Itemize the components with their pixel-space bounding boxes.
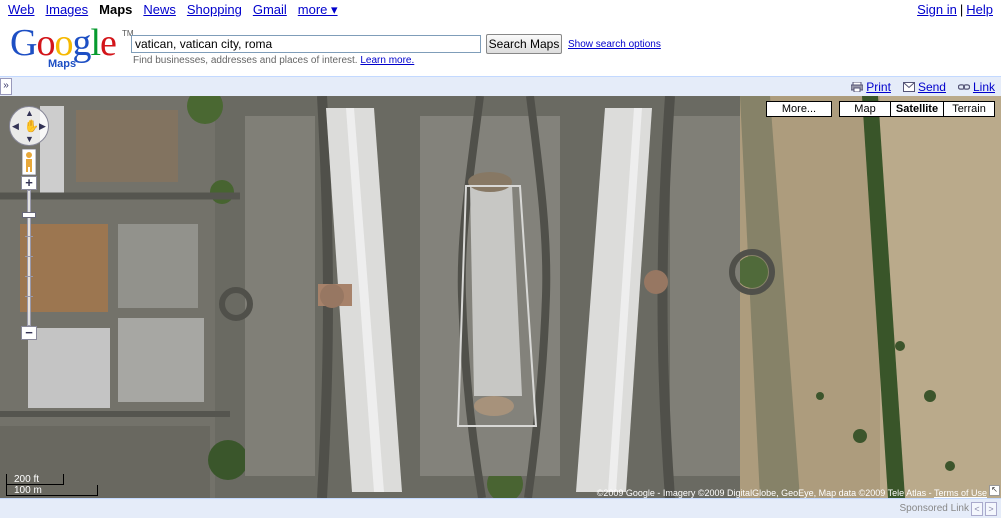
top-nav: Web Images Maps News Shopping Gmail more… bbox=[0, 0, 1001, 19]
printer-icon bbox=[851, 81, 864, 92]
separator: | bbox=[959, 2, 964, 17]
zoom-tick bbox=[25, 236, 33, 237]
search-hint: Find businesses, addresses and places of… bbox=[133, 55, 414, 66]
nav-web[interactable]: Web bbox=[8, 2, 35, 17]
sign-in-link[interactable]: Sign in bbox=[917, 2, 957, 17]
chain-link-icon bbox=[957, 83, 970, 90]
account-links: Sign in | Help bbox=[917, 2, 993, 17]
nav-news[interactable]: News bbox=[143, 2, 176, 17]
sponsored-bar: Sponsored Link < > bbox=[0, 498, 1001, 518]
sponsored-prev-button[interactable]: < bbox=[971, 501, 983, 516]
google-maps-logo[interactable]: Google TM Maps bbox=[10, 22, 134, 71]
map-type-terrain-button[interactable]: Terrain bbox=[943, 101, 995, 117]
pan-right-icon[interactable]: ▶ bbox=[39, 122, 46, 131]
logo-letter: l bbox=[90, 22, 101, 64]
nav-more[interactable]: more ▾ bbox=[298, 2, 338, 18]
map-type-map-button[interactable]: Map bbox=[839, 101, 891, 117]
zoom-out-button[interactable]: − bbox=[21, 326, 37, 340]
search-hint-text: Find businesses, addresses and places of… bbox=[133, 55, 358, 66]
search-input[interactable] bbox=[131, 35, 481, 53]
pegman-icon[interactable] bbox=[22, 149, 36, 175]
hand-icon: ✋ bbox=[24, 119, 39, 133]
print-tool[interactable]: Print bbox=[851, 80, 891, 94]
zoom-slider[interactable]: + − bbox=[21, 176, 37, 340]
satellite-imagery bbox=[0, 96, 1001, 498]
help-link[interactable]: Help bbox=[966, 2, 993, 17]
zoom-slider-handle[interactable] bbox=[22, 212, 36, 218]
scale-top-bar bbox=[6, 484, 64, 485]
print-link[interactable]: Print bbox=[866, 80, 891, 94]
map-type-satellite-button[interactable]: Satellite bbox=[890, 101, 944, 117]
collapse-panel-button[interactable]: » bbox=[0, 78, 12, 95]
map-toolbar: » Print Send Link bbox=[0, 76, 1001, 96]
zoom-in-button[interactable]: + bbox=[21, 176, 37, 190]
zoom-track[interactable] bbox=[27, 190, 31, 326]
zoom-tick bbox=[25, 256, 33, 257]
show-search-options-link[interactable]: Show search options bbox=[568, 39, 661, 50]
nav-gmail[interactable]: Gmail bbox=[253, 2, 287, 17]
logo-letter: e bbox=[100, 22, 117, 64]
scale-left-tick bbox=[6, 474, 7, 496]
learn-more-link[interactable]: Learn more. bbox=[360, 55, 414, 66]
copyright-text: ©2009 Google - Imagery ©2009 DigitalGlob… bbox=[596, 488, 932, 498]
send-tool[interactable]: Send bbox=[902, 80, 946, 94]
pan-down-icon[interactable]: ▼ bbox=[25, 135, 34, 144]
zoom-tick bbox=[25, 276, 33, 277]
search-maps-button[interactable]: Search Maps bbox=[486, 34, 562, 54]
send-link[interactable]: Send bbox=[918, 80, 946, 94]
terms-of-use-link[interactable]: Terms of Use bbox=[934, 488, 987, 498]
pan-control[interactable]: ▲ ▼ ◀ ▶ ✋ bbox=[9, 106, 49, 146]
search-header: Google TM Maps Search Maps Show search o… bbox=[0, 19, 1001, 76]
nav-maps: Maps bbox=[99, 2, 133, 17]
logo-letter: G bbox=[10, 22, 37, 64]
sponsored-link-label: Sponsored Link bbox=[899, 503, 970, 514]
nav-shopping[interactable]: Shopping bbox=[187, 2, 242, 17]
more-map-types-button[interactable]: More... bbox=[766, 101, 832, 117]
envelope-icon bbox=[902, 81, 915, 92]
overview-map-toggle-icon[interactable]: ↖ bbox=[989, 485, 1000, 496]
zoom-tick bbox=[25, 296, 33, 297]
link-link[interactable]: Link bbox=[973, 80, 995, 94]
logo-maps-label: Maps bbox=[48, 58, 77, 70]
nav-images[interactable]: Images bbox=[46, 2, 89, 17]
pan-left-icon[interactable]: ◀ bbox=[12, 122, 19, 131]
map-canvas[interactable]: ▲ ▼ ◀ ▶ ✋ + − More... Map Satellite Terr… bbox=[0, 96, 1001, 498]
scale-bottom-bar bbox=[6, 495, 98, 496]
sponsored-next-button[interactable]: > bbox=[985, 501, 997, 516]
scale-m-tick bbox=[97, 485, 98, 496]
scale-bar: 200 ft 100 m bbox=[6, 474, 98, 496]
scale-ft-tick bbox=[63, 474, 64, 485]
pan-up-icon[interactable]: ▲ bbox=[25, 109, 34, 118]
copyright-notice: ©2009 Google - Imagery ©2009 DigitalGlob… bbox=[597, 488, 987, 498]
link-tool[interactable]: Link bbox=[957, 80, 995, 94]
